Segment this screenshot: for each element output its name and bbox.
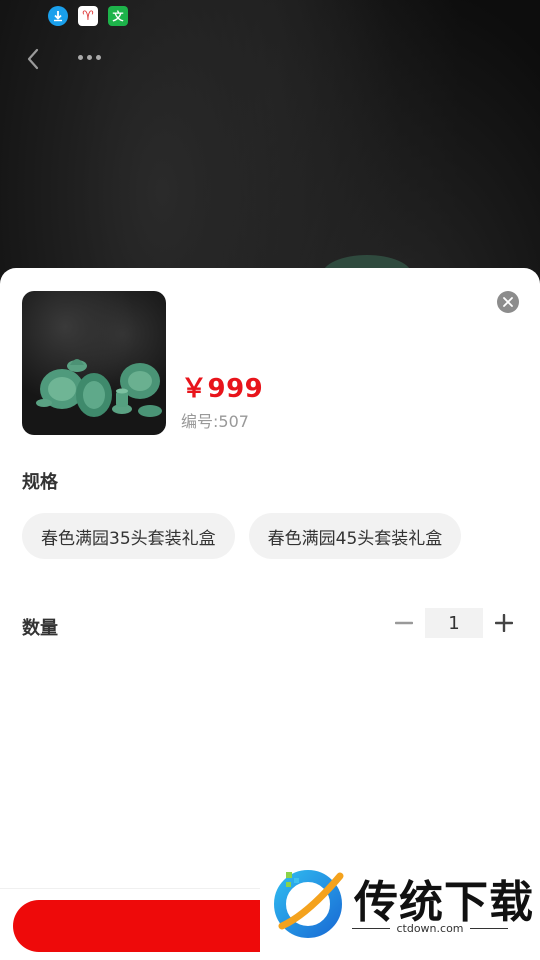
plus-icon [495, 614, 513, 632]
quantity-label: 数量 [22, 618, 58, 639]
close-button[interactable] [497, 291, 519, 313]
increase-button[interactable] [492, 608, 516, 638]
close-icon [503, 297, 513, 307]
spec-options: 春色满园35头套装礼盒 春色满园45头套装礼盒 [22, 513, 462, 559]
quantity-input[interactable]: 1 [425, 608, 483, 638]
more-button[interactable] [66, 42, 112, 72]
quantity-stepper: 1 [392, 608, 516, 638]
decrease-button[interactable] [392, 608, 416, 638]
watermark-logo [274, 870, 344, 938]
sku-selector-sheet: ￥999 编号:507 规格 春色满园35头套装礼盒 春色满园45头套装礼盒 数… [0, 268, 540, 960]
watermark-domain: ctdown.com [396, 922, 464, 935]
minus-icon [395, 621, 413, 625]
watermark-title: 传统下载 [354, 877, 534, 928]
product-thumbnail [22, 291, 166, 435]
spec-option-45[interactable]: 春色满园45头套装礼盒 [248, 513, 462, 559]
chevron-left-icon [27, 48, 39, 70]
price: ￥999 [181, 374, 264, 404]
status-bar-icons: ♈ 文 [48, 6, 128, 26]
back-button[interactable] [18, 44, 48, 74]
spec-option-35[interactable]: 春色满园35头套装礼盒 [22, 513, 235, 559]
more-icon [77, 54, 83, 60]
spec-label: 规格 [22, 472, 58, 493]
app-icon: ♈ [78, 6, 98, 26]
product-code: 编号:507 [181, 412, 249, 431]
download-icon [48, 6, 68, 26]
app-icon: 文 [108, 6, 128, 26]
watermark: 传统下载 ctdown.com [260, 860, 540, 960]
